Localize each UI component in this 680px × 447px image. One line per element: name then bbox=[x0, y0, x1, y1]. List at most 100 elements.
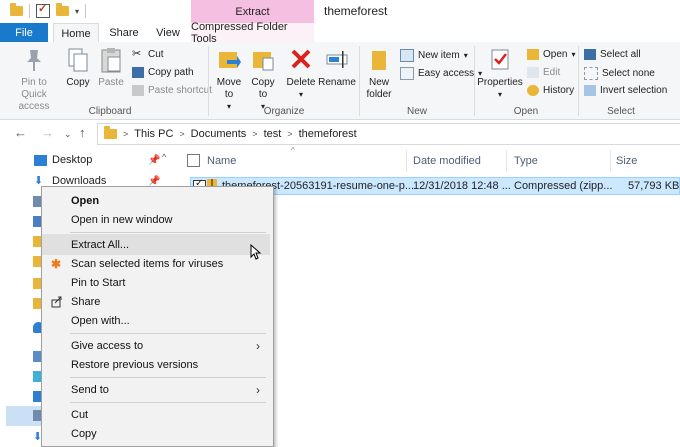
column-type[interactable]: Type bbox=[514, 155, 538, 167]
folder-icon bbox=[10, 3, 23, 16]
menu-separator bbox=[70, 232, 266, 233]
forward-arrow-icon[interactable]: → bbox=[41, 125, 54, 140]
menu-item-pin-start[interactable]: Pin to Start bbox=[42, 272, 270, 293]
new-folder-icon bbox=[372, 51, 386, 70]
qat-separator bbox=[29, 4, 30, 18]
copy-path-button[interactable]: Copy path bbox=[132, 67, 194, 78]
column-separator[interactable] bbox=[506, 150, 507, 172]
properties-button[interactable]: Properties ▾ bbox=[477, 46, 523, 101]
clipboard-group-label: Clipboard bbox=[88, 106, 132, 117]
edit-button[interactable]: Edit bbox=[527, 67, 560, 78]
tab-compressed-folder-tools[interactable]: Compressed Folder Tools bbox=[191, 21, 314, 45]
ribbon-group-separator bbox=[578, 46, 579, 116]
tab-file[interactable]: File bbox=[0, 23, 48, 42]
menu-item-label: Give access to bbox=[71, 339, 144, 352]
menu-item-label: Scan selected items for viruses bbox=[71, 257, 224, 270]
file-type: Compressed (zipp... bbox=[514, 180, 613, 192]
up-arrow-icon[interactable]: ↑ bbox=[79, 125, 86, 140]
new-folder-button[interactable]: New folder bbox=[364, 46, 394, 101]
breadcrumb-chevron-icon[interactable]: > bbox=[287, 129, 292, 139]
column-name[interactable]: Name bbox=[207, 155, 236, 167]
clipboard-paste-icon bbox=[101, 48, 121, 73]
breadcrumb-this-pc[interactable]: This PC bbox=[134, 128, 173, 140]
properties-check-icon bbox=[491, 49, 509, 70]
open-group-label: Open bbox=[513, 106, 539, 117]
copy-button[interactable]: Copy bbox=[64, 46, 92, 89]
select-none-label: Select none bbox=[602, 68, 655, 79]
breadcrumb-themeforest[interactable]: themeforest bbox=[299, 128, 357, 140]
back-arrow-icon[interactable]: ← bbox=[14, 125, 27, 140]
invert-selection-button[interactable]: Invert selection bbox=[584, 85, 667, 96]
copy-to-button[interactable]: Copy to ▾ bbox=[248, 46, 278, 113]
menu-item-extract-all[interactable]: Extract All... bbox=[42, 234, 270, 255]
column-separator[interactable] bbox=[610, 150, 611, 172]
menu-item-scan-viruses[interactable]: ✱ Scan selected items for viruses bbox=[42, 253, 270, 274]
tab-home[interactable]: Home bbox=[53, 23, 99, 43]
downloads-icon: ⬇ bbox=[34, 174, 44, 187]
pinned-icon: 📌 bbox=[148, 155, 161, 166]
paste-label: Paste bbox=[98, 77, 124, 88]
menu-item-restore-versions[interactable]: Restore previous versions bbox=[42, 354, 270, 375]
menu-separator bbox=[70, 333, 266, 334]
open-button[interactable]: Open ▾ bbox=[527, 49, 575, 60]
edit-icon bbox=[527, 67, 539, 78]
menu-item-cut[interactable]: Cut bbox=[42, 404, 270, 425]
history-button[interactable]: History bbox=[527, 85, 574, 96]
breadcrumb-chevron-icon[interactable]: > bbox=[252, 129, 257, 139]
properties-label: Properties bbox=[477, 77, 523, 88]
submenu-arrow-icon: › bbox=[256, 338, 260, 353]
address-folder-icon bbox=[104, 126, 117, 139]
window-title: themeforest bbox=[324, 4, 388, 18]
address-bar[interactable]: > This PC > Documents > test > themefore… bbox=[97, 123, 680, 145]
cut-button[interactable]: ✂ Cut bbox=[132, 49, 164, 61]
history-icon bbox=[527, 85, 539, 96]
properties-qat-icon[interactable] bbox=[36, 2, 50, 18]
paste-button[interactable]: Paste bbox=[96, 46, 126, 89]
recent-locations-chevron-icon[interactable]: ⌄ bbox=[64, 129, 72, 140]
ribbon-tab-bar bbox=[0, 23, 680, 43]
organize-group-label: Organize bbox=[263, 106, 305, 117]
menu-item-open-new-window[interactable]: Open in new window bbox=[42, 209, 270, 230]
paste-shortcut-button[interactable]: Paste shortcut bbox=[132, 85, 212, 96]
menu-item-open[interactable]: Open bbox=[42, 190, 270, 211]
column-date-modified[interactable]: Date modified bbox=[413, 155, 481, 167]
column-size[interactable]: Size bbox=[616, 155, 637, 167]
new-group-label: New bbox=[406, 106, 427, 117]
breadcrumb-chevron-icon[interactable]: > bbox=[179, 129, 184, 139]
mouse-cursor-icon bbox=[250, 244, 262, 260]
select-none-button[interactable]: Select none bbox=[584, 67, 655, 80]
rename-icon bbox=[326, 51, 348, 68]
menu-item-give-access[interactable]: Give access to › bbox=[42, 335, 270, 356]
menu-item-open-with[interactable]: Open with... bbox=[42, 310, 270, 331]
desktop-icon bbox=[34, 154, 47, 166]
pin-quick-access-button[interactable]: Pin to Quick access bbox=[8, 46, 60, 113]
breadcrumb-documents[interactable]: Documents bbox=[191, 128, 247, 140]
submenu-arrow-icon: › bbox=[256, 382, 260, 397]
menu-item-copy[interactable]: Copy bbox=[42, 423, 270, 444]
delete-label: Delete bbox=[286, 77, 316, 88]
tab-view[interactable]: View bbox=[150, 23, 186, 42]
rename-button[interactable]: Rename bbox=[318, 46, 356, 89]
delete-button[interactable]: Delete ▾ bbox=[285, 46, 317, 101]
new-folder-qat-icon[interactable] bbox=[56, 3, 69, 16]
nav-item-desktop[interactable]: Desktop bbox=[34, 154, 92, 166]
menu-item-share[interactable]: Share bbox=[42, 291, 270, 312]
breadcrumb-test[interactable]: test bbox=[264, 128, 282, 140]
menu-item-label: Copy bbox=[71, 427, 97, 440]
tab-share[interactable]: Share bbox=[104, 23, 144, 42]
menu-item-send-to[interactable]: Send to › bbox=[42, 379, 270, 400]
new-item-button[interactable]: New item ▾ bbox=[400, 49, 468, 62]
move-to-button[interactable]: Move to ▾ bbox=[214, 46, 244, 113]
edit-label: Edit bbox=[543, 67, 561, 78]
nav-scroll-up-icon[interactable]: ^ bbox=[162, 152, 166, 162]
column-separator[interactable] bbox=[406, 150, 407, 172]
easy-access-button[interactable]: Easy access ▾ bbox=[400, 67, 482, 80]
qat-separator bbox=[85, 4, 87, 18]
cut-label: Cut bbox=[148, 49, 164, 60]
breadcrumb-chevron-icon[interactable]: > bbox=[123, 129, 128, 139]
paste-shortcut-icon bbox=[132, 85, 144, 96]
select-all-checkbox[interactable] bbox=[187, 154, 200, 167]
menu-separator bbox=[70, 402, 266, 403]
qat-dropdown-icon[interactable]: ▾ bbox=[75, 7, 79, 16]
select-all-button[interactable]: Select all bbox=[584, 49, 641, 60]
